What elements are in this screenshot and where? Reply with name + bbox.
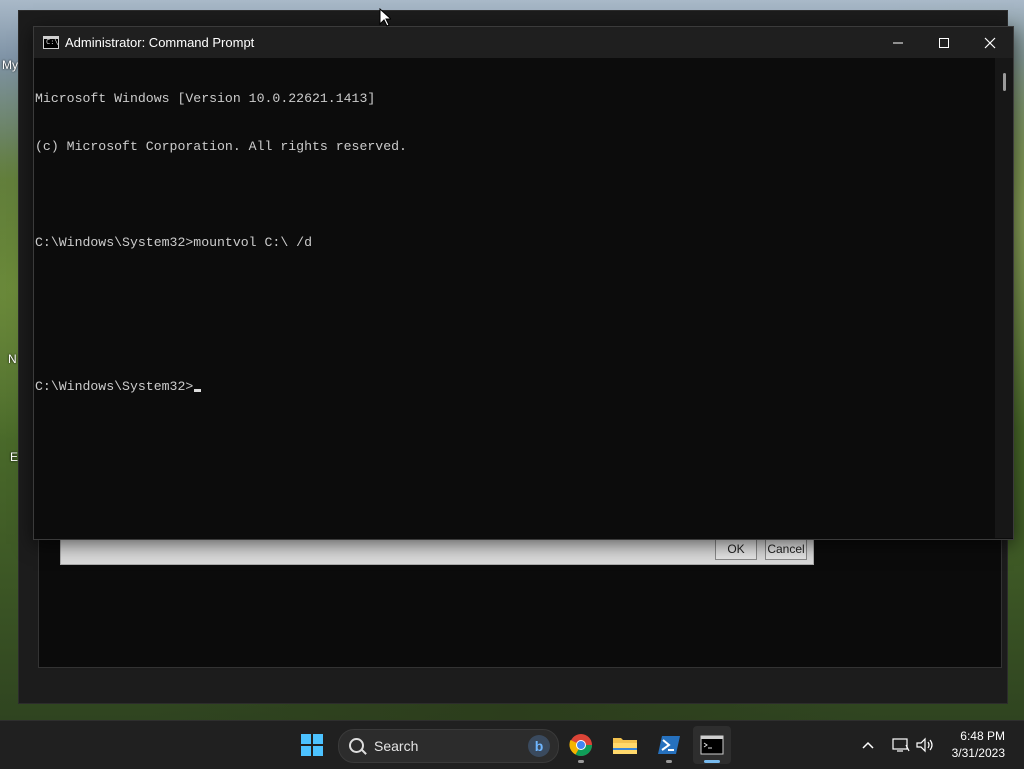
clock-time: 6:48 PM bbox=[960, 729, 1005, 743]
clock[interactable]: 6:48 PM 3/31/2023 bbox=[952, 728, 1005, 762]
terminal-output[interactable]: Microsoft Windows [Version 10.0.22621.14… bbox=[35, 59, 995, 537]
ok-button[interactable]: OK bbox=[715, 538, 757, 560]
speaker-icon bbox=[916, 737, 933, 753]
close-icon bbox=[984, 37, 996, 48]
taskbar-app-powershell[interactable] bbox=[650, 726, 688, 764]
windows-logo-icon bbox=[301, 734, 323, 756]
active-indicator bbox=[704, 760, 720, 763]
chevron-up-icon bbox=[862, 741, 874, 749]
mouse-pointer-icon bbox=[379, 8, 391, 27]
desktop-icon-label[interactable]: E bbox=[10, 450, 18, 464]
scrollbar[interactable] bbox=[995, 58, 1013, 538]
title-bar[interactable]: C:\ Administrator: Command Prompt bbox=[34, 27, 1013, 58]
network-icon bbox=[892, 738, 910, 752]
desktop-icon-label[interactable]: My bbox=[2, 58, 18, 72]
window-title: Administrator: Command Prompt bbox=[65, 35, 255, 50]
minimize-icon bbox=[893, 42, 903, 43]
command-prompt-icon[interactable]: C:\ bbox=[43, 36, 59, 49]
command-prompt-window[interactable]: C:\ Administrator: Command Prompt Micros… bbox=[33, 26, 1014, 540]
start-button[interactable] bbox=[293, 726, 331, 764]
desktop-icon-label[interactable]: N bbox=[8, 352, 17, 366]
terminal-prompt: C:\Windows\System32> bbox=[35, 379, 194, 394]
scrollbar-thumb[interactable] bbox=[1003, 73, 1006, 91]
taskbar-app-file-explorer[interactable] bbox=[606, 726, 644, 764]
search-icon bbox=[349, 738, 364, 753]
running-indicator bbox=[578, 760, 584, 763]
taskbar: Search b 6:48 PM 3/31/2023 bbox=[0, 720, 1024, 769]
minimize-button[interactable] bbox=[875, 27, 921, 58]
cancel-button[interactable]: Cancel bbox=[765, 538, 807, 560]
volume-button[interactable] bbox=[915, 721, 935, 769]
terminal-prompt-line[interactable]: C:\Windows\System32> bbox=[35, 379, 995, 395]
terminal-icon bbox=[700, 735, 724, 755]
show-hidden-icons-button[interactable] bbox=[860, 721, 876, 769]
command-prompt-icon-text: C:\ bbox=[46, 38, 59, 46]
text-cursor bbox=[194, 389, 202, 392]
search-box[interactable]: Search b bbox=[338, 729, 559, 763]
terminal-line: C:\Windows\System32>mountvol C:\ /d bbox=[35, 235, 312, 250]
chrome-icon bbox=[569, 734, 592, 756]
network-button[interactable] bbox=[892, 721, 910, 769]
terminal-line: Microsoft Windows [Version 10.0.22621.14… bbox=[35, 91, 376, 106]
powershell-icon bbox=[658, 736, 680, 754]
folder-icon bbox=[613, 738, 637, 754]
running-indicator bbox=[666, 760, 672, 763]
terminal-line: (c) Microsoft Corporation. All rights re… bbox=[35, 139, 407, 154]
maximize-icon bbox=[939, 37, 949, 48]
search-placeholder: Search bbox=[374, 738, 419, 754]
taskbar-app-chrome[interactable] bbox=[562, 726, 600, 764]
close-button[interactable] bbox=[967, 27, 1013, 58]
bing-icon[interactable]: b bbox=[528, 735, 550, 757]
maximize-button[interactable] bbox=[921, 27, 967, 58]
taskbar-app-command-prompt[interactable] bbox=[693, 726, 731, 764]
clock-date: 3/31/2023 bbox=[951, 746, 1005, 760]
